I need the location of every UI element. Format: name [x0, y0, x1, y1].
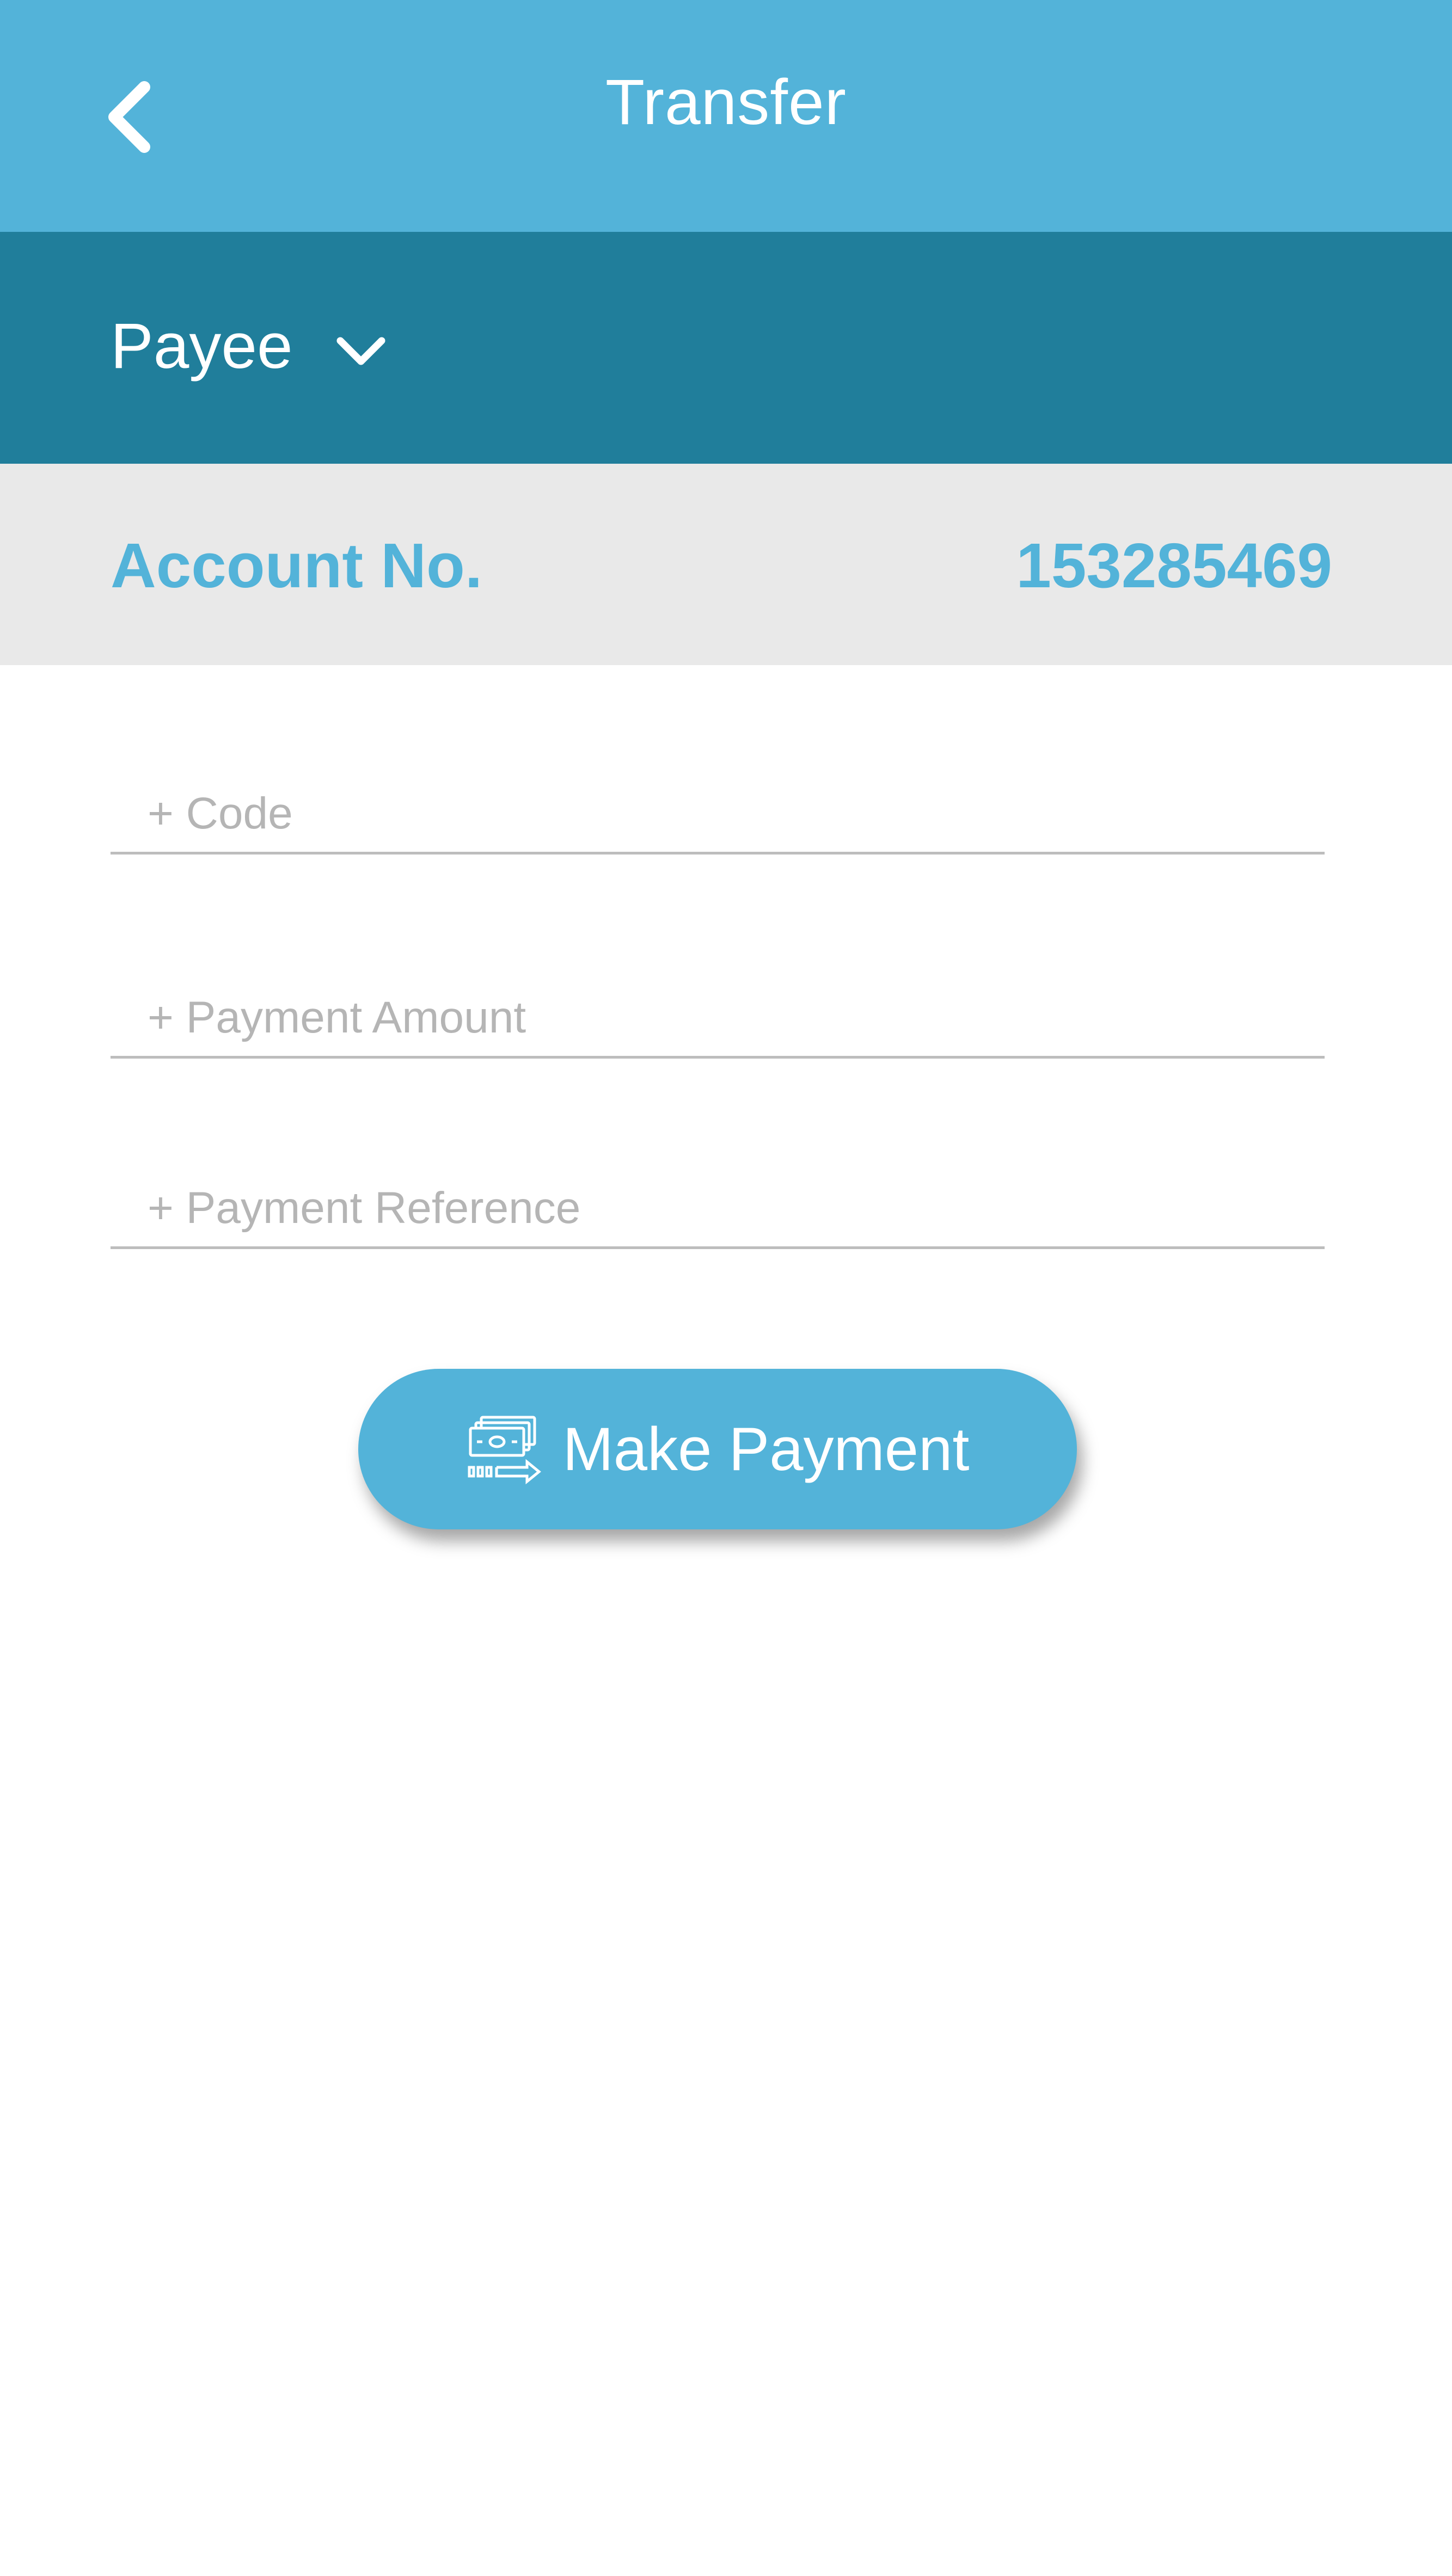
- payee-dropdown[interactable]: Payee: [111, 297, 388, 395]
- make-payment-button[interactable]: Make Payment: [358, 1369, 1077, 1529]
- payment-amount-field: [111, 980, 1325, 1059]
- chevron-down-icon: [336, 337, 385, 365]
- payment-reference-field: [111, 1170, 1325, 1249]
- payee-bar: Payee: [0, 232, 1452, 464]
- page-title: Transfer: [605, 66, 847, 138]
- money-transfer-icon: [468, 1416, 541, 1484]
- payment-reference-input[interactable]: [111, 1170, 1325, 1246]
- payee-label: Payee: [111, 310, 293, 382]
- account-label: Account No.: [111, 530, 483, 601]
- payment-amount-input[interactable]: [111, 980, 1325, 1056]
- code-input[interactable]: [111, 776, 1325, 852]
- make-payment-label: Make Payment: [562, 1415, 970, 1483]
- account-number: 153285469: [1016, 530, 1332, 601]
- account-info: Account No. 153285469: [0, 464, 1452, 665]
- code-field: [111, 776, 1325, 854]
- app-header: Transfer: [0, 0, 1452, 232]
